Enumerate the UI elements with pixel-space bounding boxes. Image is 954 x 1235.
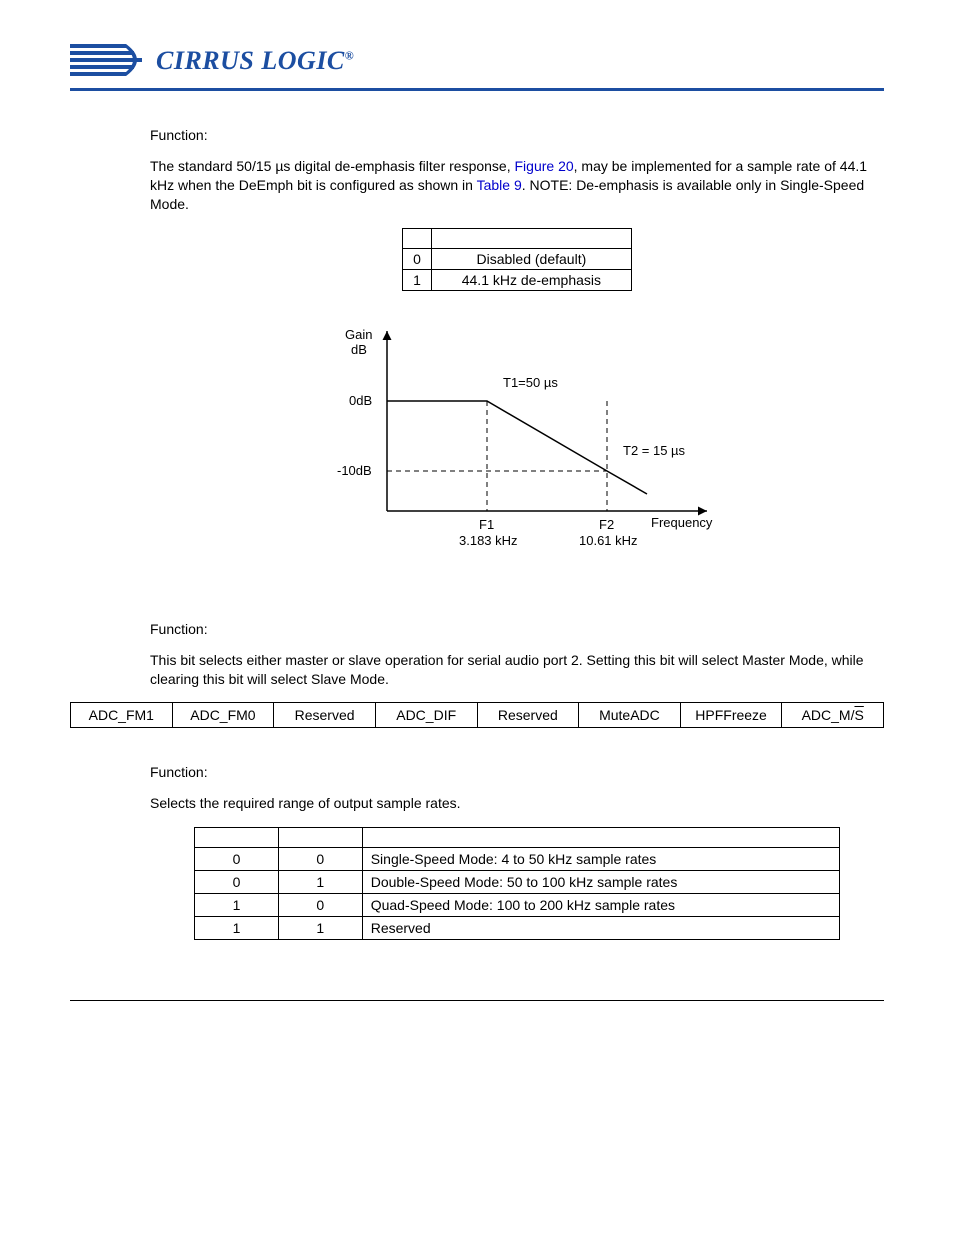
svg-text:3.183 kHz: 3.183 kHz: [459, 533, 518, 548]
table-row: ADC_FM1 ADC_FM0 Reserved ADC_DIF Reserve…: [71, 703, 884, 728]
logo-mark-icon: [70, 40, 148, 82]
svg-text:0dB: 0dB: [349, 393, 372, 408]
brand-logo: CIRRUS LOGIC®: [70, 40, 884, 82]
table-row: 0 0 Single-Speed Mode: 4 to 50 kHz sampl…: [195, 848, 840, 871]
deemph-table: 0 Disabled (default) 1 44.1 kHz de-empha…: [402, 228, 632, 291]
fm-description: Selects the required range of output sam…: [150, 794, 884, 813]
deemphasis-curve-diagram: Gain dB 0dB -10dB T1=50 µs T2 = 15 µs F1…: [287, 321, 747, 561]
footer-divider: [70, 1000, 884, 1001]
table-row: 1 1 Reserved: [195, 917, 840, 940]
master-slave-description: This bit selects either master or slave …: [150, 651, 884, 689]
svg-text:F1: F1: [479, 517, 494, 532]
svg-text:10.61 kHz: 10.61 kHz: [579, 533, 638, 548]
y-axis-label: Gain: [345, 327, 372, 342]
deemph-description: The standard 50/15 µs digital de-emphasi…: [150, 157, 884, 214]
function-label: Function:: [150, 127, 884, 143]
logo-text: CIRRUS LOGIC®: [156, 46, 354, 76]
table-row: 0 1 Double-Speed Mode: 50 to 100 kHz sam…: [195, 871, 840, 894]
svg-text:dB: dB: [351, 342, 367, 357]
fm-table: 0 0 Single-Speed Mode: 4 to 50 kHz sampl…: [194, 827, 840, 940]
table-row: 1 44.1 kHz de-emphasis: [403, 269, 632, 290]
svg-text:F2: F2: [599, 517, 614, 532]
function-label: Function:: [150, 764, 884, 780]
function-label: Function:: [150, 621, 884, 637]
svg-text:-10dB: -10dB: [337, 463, 372, 478]
svg-text:T2 = 15 µs: T2 = 15 µs: [623, 443, 686, 458]
table-link[interactable]: Table 9: [477, 177, 522, 193]
table-row: 0 Disabled (default): [403, 248, 632, 269]
figure-link[interactable]: Figure 20: [515, 158, 574, 174]
header-divider: [70, 88, 884, 91]
table-row: 1 0 Quad-Speed Mode: 100 to 200 kHz samp…: [195, 894, 840, 917]
register-bits-table: ADC_FM1 ADC_FM0 Reserved ADC_DIF Reserve…: [70, 702, 884, 728]
x-axis-label: Frequency: [651, 515, 713, 530]
svg-text:T1=50 µs: T1=50 µs: [503, 375, 558, 390]
